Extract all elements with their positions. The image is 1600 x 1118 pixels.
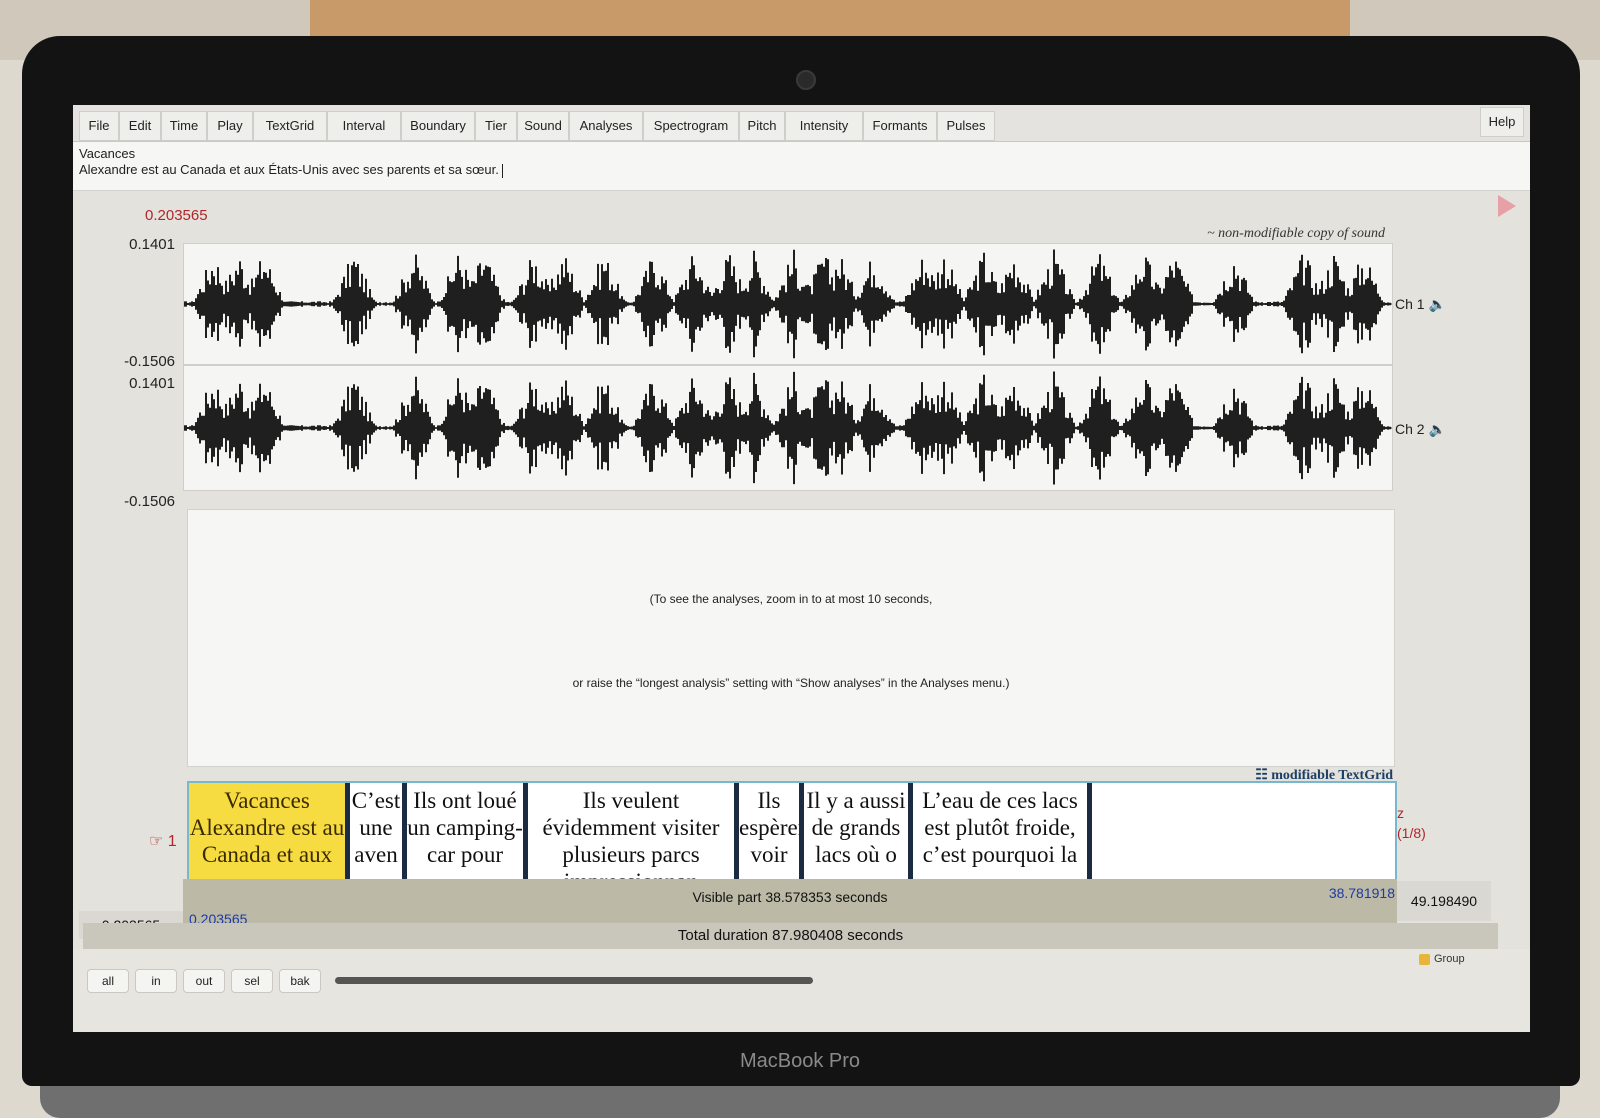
menu-interval[interactable]: Interval bbox=[327, 111, 401, 141]
speaker-icon[interactable]: 🔈 bbox=[1428, 296, 1445, 312]
play-triangle-icon[interactable] bbox=[1498, 195, 1516, 217]
ch1-label-text: Ch 1 bbox=[1395, 296, 1425, 312]
zoom-out-button[interactable]: out bbox=[183, 969, 225, 993]
interval-3[interactable]: Ils ont loué un camping-car pour bbox=[407, 783, 523, 879]
checkbox-icon[interactable] bbox=[1419, 953, 1430, 965]
text-body: Alexandre est au Canada et aux États-Uni… bbox=[79, 162, 499, 177]
text-input-area[interactable]: Vacances Alexandre est au Canada et aux … bbox=[73, 142, 1530, 191]
text-line-body: Alexandre est au Canada et aux États-Uni… bbox=[79, 162, 503, 178]
menu-play[interactable]: Play bbox=[207, 111, 253, 141]
menu-help[interactable]: Help bbox=[1480, 107, 1524, 137]
analysis-area: (To see the analyses, zoom in to at most… bbox=[187, 509, 1395, 767]
ch2-label: Ch 2 🔈 bbox=[1395, 421, 1446, 438]
menu-tier[interactable]: Tier bbox=[475, 111, 517, 141]
tier-number-text: 1 bbox=[167, 833, 177, 850]
zoom-sel-button[interactable]: sel bbox=[231, 969, 273, 993]
menu-edit[interactable]: Edit bbox=[119, 111, 161, 141]
menu-spectrogram[interactable]: Spectrogram bbox=[643, 111, 739, 141]
interval-2[interactable]: C’est une aven bbox=[350, 783, 402, 879]
total-duration-bar[interactable]: Total duration 87.980408 seconds bbox=[83, 923, 1498, 949]
visible-part-text: Visible part 38.578353 seconds bbox=[692, 889, 888, 905]
textgrid-editor: 0.203565 ~ non-modifiable copy of sound … bbox=[73, 191, 1530, 1032]
ch2-waveform-svg bbox=[183, 371, 1392, 485]
textgrid-tier[interactable]: Vacances Alexandre est au Canada et aux … bbox=[187, 781, 1397, 881]
right-time-box[interactable]: 49.198490 bbox=[1397, 881, 1491, 921]
visible-part-bar[interactable]: Visible part 38.578353 seconds 0.203565 … bbox=[183, 879, 1397, 927]
menu-intensity[interactable]: Intensity bbox=[785, 111, 863, 141]
group-label: Group bbox=[1434, 953, 1465, 965]
sound-copy-note: ~ non-modifiable copy of sound bbox=[1207, 226, 1385, 241]
interval-7[interactable]: L’eau de ces lacs est plutôt froide, c’e… bbox=[913, 783, 1087, 879]
menu-pulses[interactable]: Pulses bbox=[937, 111, 995, 141]
ch2-label-text: Ch 2 bbox=[1395, 421, 1425, 437]
speaker-icon[interactable]: 🔈 bbox=[1428, 421, 1445, 437]
menu-pitch[interactable]: Pitch bbox=[739, 111, 785, 141]
menu-file[interactable]: File bbox=[79, 111, 119, 141]
ch1-min: -0.1506 bbox=[124, 353, 175, 370]
waveform-channel-1[interactable] bbox=[183, 243, 1393, 365]
interval-6[interactable]: Il y a aussi de grands lacs où o bbox=[804, 783, 908, 879]
interval-8[interactable] bbox=[1092, 783, 1391, 879]
group-checkbox[interactable]: Group bbox=[1419, 953, 1465, 965]
menu-analyses[interactable]: Analyses bbox=[569, 111, 643, 141]
ch2-max: 0.1401 bbox=[129, 375, 175, 392]
menu-textgrid[interactable]: TextGrid bbox=[253, 111, 327, 141]
background-shelf bbox=[310, 0, 1350, 40]
menu-boundary[interactable]: Boundary bbox=[401, 111, 475, 141]
ch1-max: 0.1401 bbox=[129, 236, 175, 253]
analysis-message-2: or raise the “longest analysis” setting … bbox=[572, 676, 1010, 690]
praat-window: File Edit Time Play TextGrid Interval Bo… bbox=[73, 105, 1530, 1032]
ch1-label: Ch 1 🔈 bbox=[1395, 296, 1446, 313]
horizontal-scrollbar[interactable] bbox=[335, 977, 813, 984]
interval-1[interactable]: Vacances Alexandre est au Canada et aux bbox=[189, 783, 345, 879]
zoom-in-button[interactable]: in bbox=[135, 969, 177, 993]
window-end-time: 38.781918 bbox=[1328, 885, 1395, 901]
webcam bbox=[796, 70, 816, 90]
tier-name: z bbox=[1397, 805, 1404, 821]
ch2-min: -0.1506 bbox=[124, 493, 175, 510]
tier-number: ☞ 1 bbox=[149, 833, 177, 850]
interval-4[interactable]: Ils veulent évidemment visiter plusieurs… bbox=[528, 783, 734, 879]
menu-sound[interactable]: Sound bbox=[517, 111, 569, 141]
menu-bar: File Edit Time Play TextGrid Interval Bo… bbox=[73, 105, 1530, 142]
menu-formants[interactable]: Formants bbox=[863, 111, 937, 141]
cursor-time: 0.203565 bbox=[145, 207, 208, 224]
zoom-all-button[interactable]: all bbox=[87, 969, 129, 993]
interval-5[interactable]: Ils espèrent voir bbox=[739, 783, 799, 879]
ch1-waveform-svg bbox=[183, 249, 1392, 359]
analysis-message-1: (To see the analyses, zoom in to at most… bbox=[649, 592, 933, 606]
tier-count: (1/8) bbox=[1397, 825, 1426, 841]
menu-time[interactable]: Time bbox=[161, 111, 207, 141]
zoom-back-button[interactable]: bak bbox=[279, 969, 321, 993]
waveform-channel-2[interactable] bbox=[183, 365, 1393, 491]
text-cursor bbox=[501, 163, 503, 178]
brand-label: MacBook Pro bbox=[739, 1050, 861, 1072]
text-line-title: Vacances bbox=[79, 146, 136, 161]
laptop-base bbox=[40, 1086, 1560, 1118]
